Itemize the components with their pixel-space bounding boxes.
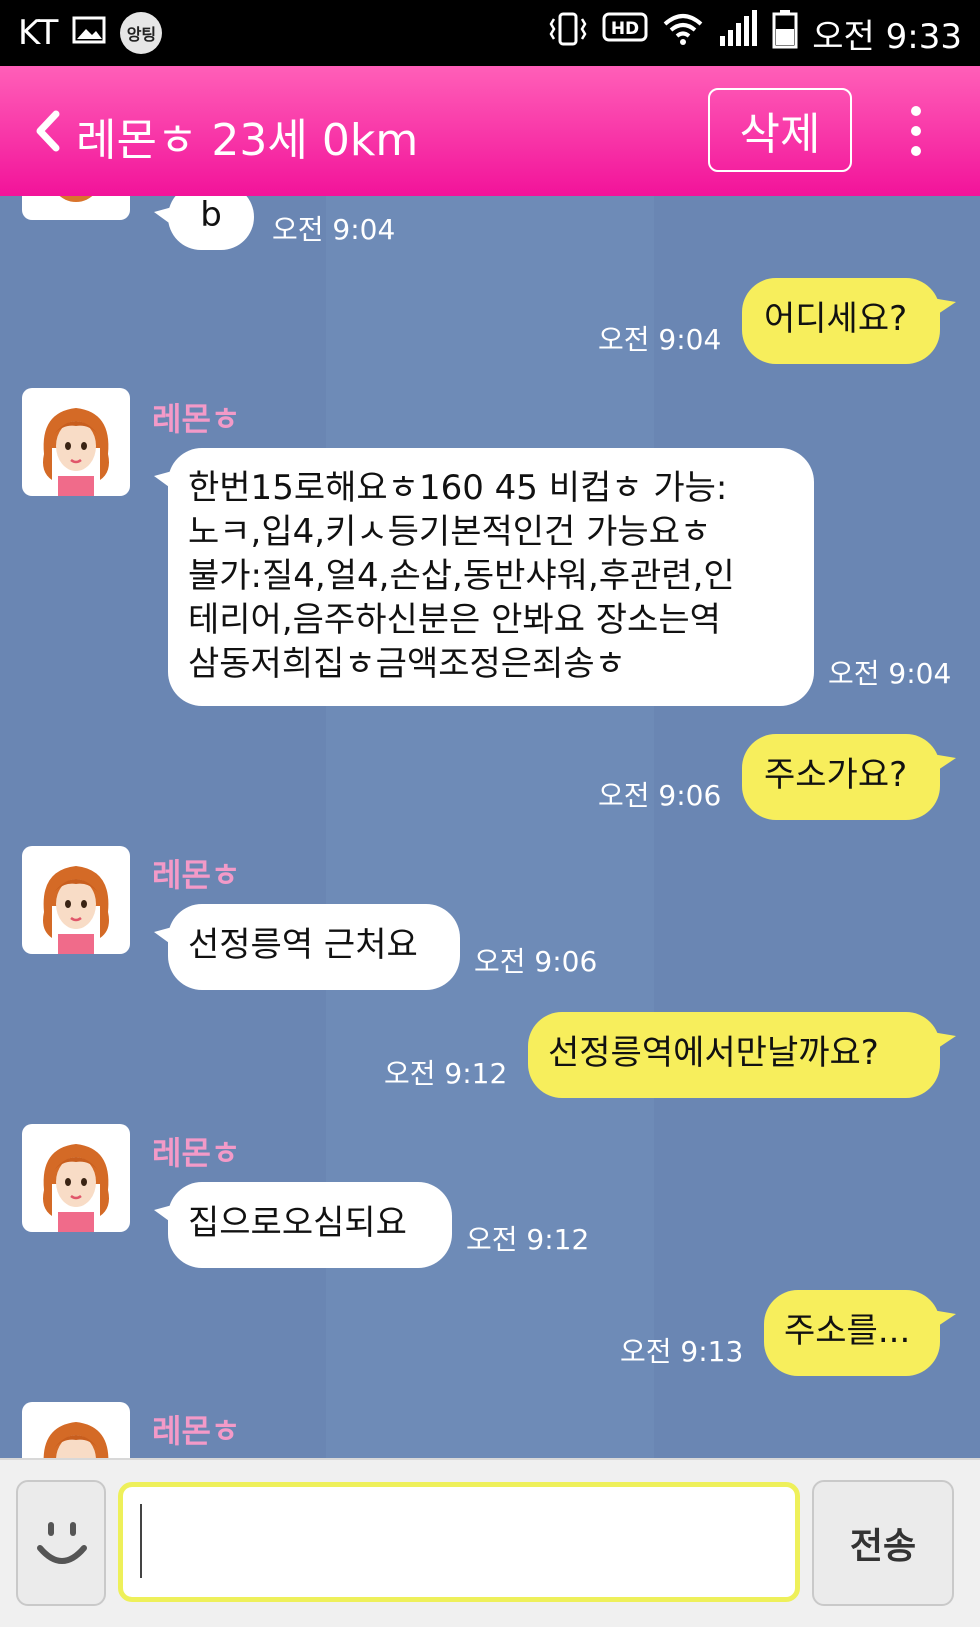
avatar[interactable]	[22, 1402, 130, 1458]
message-bubble: 주소가요?	[742, 734, 956, 820]
avatar[interactable]	[22, 196, 130, 220]
smiley-icon	[37, 1522, 87, 1564]
message-text: b	[200, 196, 222, 235]
message-bubble: 어디세요?	[742, 278, 956, 364]
chat-header: 레몬ㅎ 23세 0km 삭제	[0, 66, 980, 196]
message-text: 집으로오심되요	[188, 1203, 407, 1243]
message-time: 오전 9:06	[474, 945, 598, 978]
avatar[interactable]	[22, 846, 130, 954]
more-options-icon[interactable]	[898, 106, 934, 158]
sender-name: 레몬ㅎ	[152, 1412, 241, 1450]
message-bubble: 선정릉역 근처요	[154, 904, 460, 990]
wifi-icon	[662, 12, 704, 55]
battery-icon	[772, 9, 798, 58]
message-line: 테리어,음주하신분은 안봐요 장소는역	[188, 600, 721, 640]
message-line: 한번15로해요ㅎ160 45 비컵ㅎ 가능:	[188, 468, 728, 508]
message-line: 노ㅋ,입4,키ㅅ등기본적인건 가능요ㅎ	[188, 512, 712, 552]
input-bar: 전송	[0, 1458, 980, 1627]
message-text: 선정릉역 근처요	[188, 925, 418, 965]
image-icon	[72, 15, 106, 52]
back-chevron-icon[interactable]	[28, 108, 70, 154]
avatar[interactable]	[22, 388, 130, 496]
avatar[interactable]	[22, 1124, 130, 1232]
text-cursor	[140, 1504, 142, 1578]
chat-title[interactable]: 레몬ㅎ 23세 0km	[76, 104, 418, 168]
message-time: 오전 9:04	[828, 657, 952, 690]
message-bubble: 선정릉역에서만날까요?	[528, 1012, 956, 1098]
hd-icon: HD	[602, 12, 648, 55]
signal-icon	[718, 9, 758, 57]
app-badge-icon: 앙팅	[120, 12, 163, 54]
carrier-label: KT	[18, 13, 59, 53]
message-text: 주소가요?	[764, 755, 908, 795]
message-bubble: b	[154, 196, 254, 250]
svg-text:HD: HD	[611, 19, 639, 39]
send-button[interactable]: 전송	[812, 1480, 954, 1606]
message-text: 선정릉역에서만날까요?	[548, 1033, 879, 1073]
message-bubble: 한번15로해요ㅎ160 45 비컵ㅎ 가능: 노ㅋ,입4,키ㅅ등기본적인건 가능…	[154, 448, 814, 706]
message-input[interactable]	[118, 1482, 800, 1602]
message-time: 오전 9:06	[598, 779, 722, 812]
chat-area[interactable]: b 오전 9:04 오전 9:04 어디세요? 레몬ㅎ 한번15로해요ㅎ160 …	[0, 196, 980, 1458]
message-time: 오전 9:13	[620, 1335, 744, 1368]
emoticon-button[interactable]	[16, 1480, 106, 1606]
message-bubble: 집으로오심되요	[154, 1182, 452, 1268]
message-time: 오전 9:04	[272, 213, 396, 246]
sender-name: 레몬ㅎ	[152, 856, 241, 894]
message-time: 오전 9:04	[598, 323, 722, 356]
sender-name: 레몬ㅎ	[152, 1134, 241, 1172]
delete-button[interactable]: 삭제	[708, 88, 852, 172]
message-bubble: 주소를...	[764, 1290, 956, 1376]
message-text: 주소를...	[784, 1311, 911, 1351]
vibrate-icon	[548, 11, 588, 56]
message-time: 오전 9:12	[466, 1223, 590, 1256]
message-line: 불가:질4,얼4,손삽,동반샤워,후관련,인	[188, 556, 735, 596]
message-text: 어디세요?	[764, 299, 908, 339]
sender-name: 레몬ㅎ	[152, 400, 241, 438]
status-time: 오전 9:33	[812, 16, 962, 57]
message-time: 오전 9:12	[384, 1057, 508, 1090]
message-line: 삼동저희집ㅎ금액조정은죄송ㅎ	[188, 644, 626, 684]
status-bar: KT 앙팅 HD 오전 9:33	[0, 0, 980, 66]
